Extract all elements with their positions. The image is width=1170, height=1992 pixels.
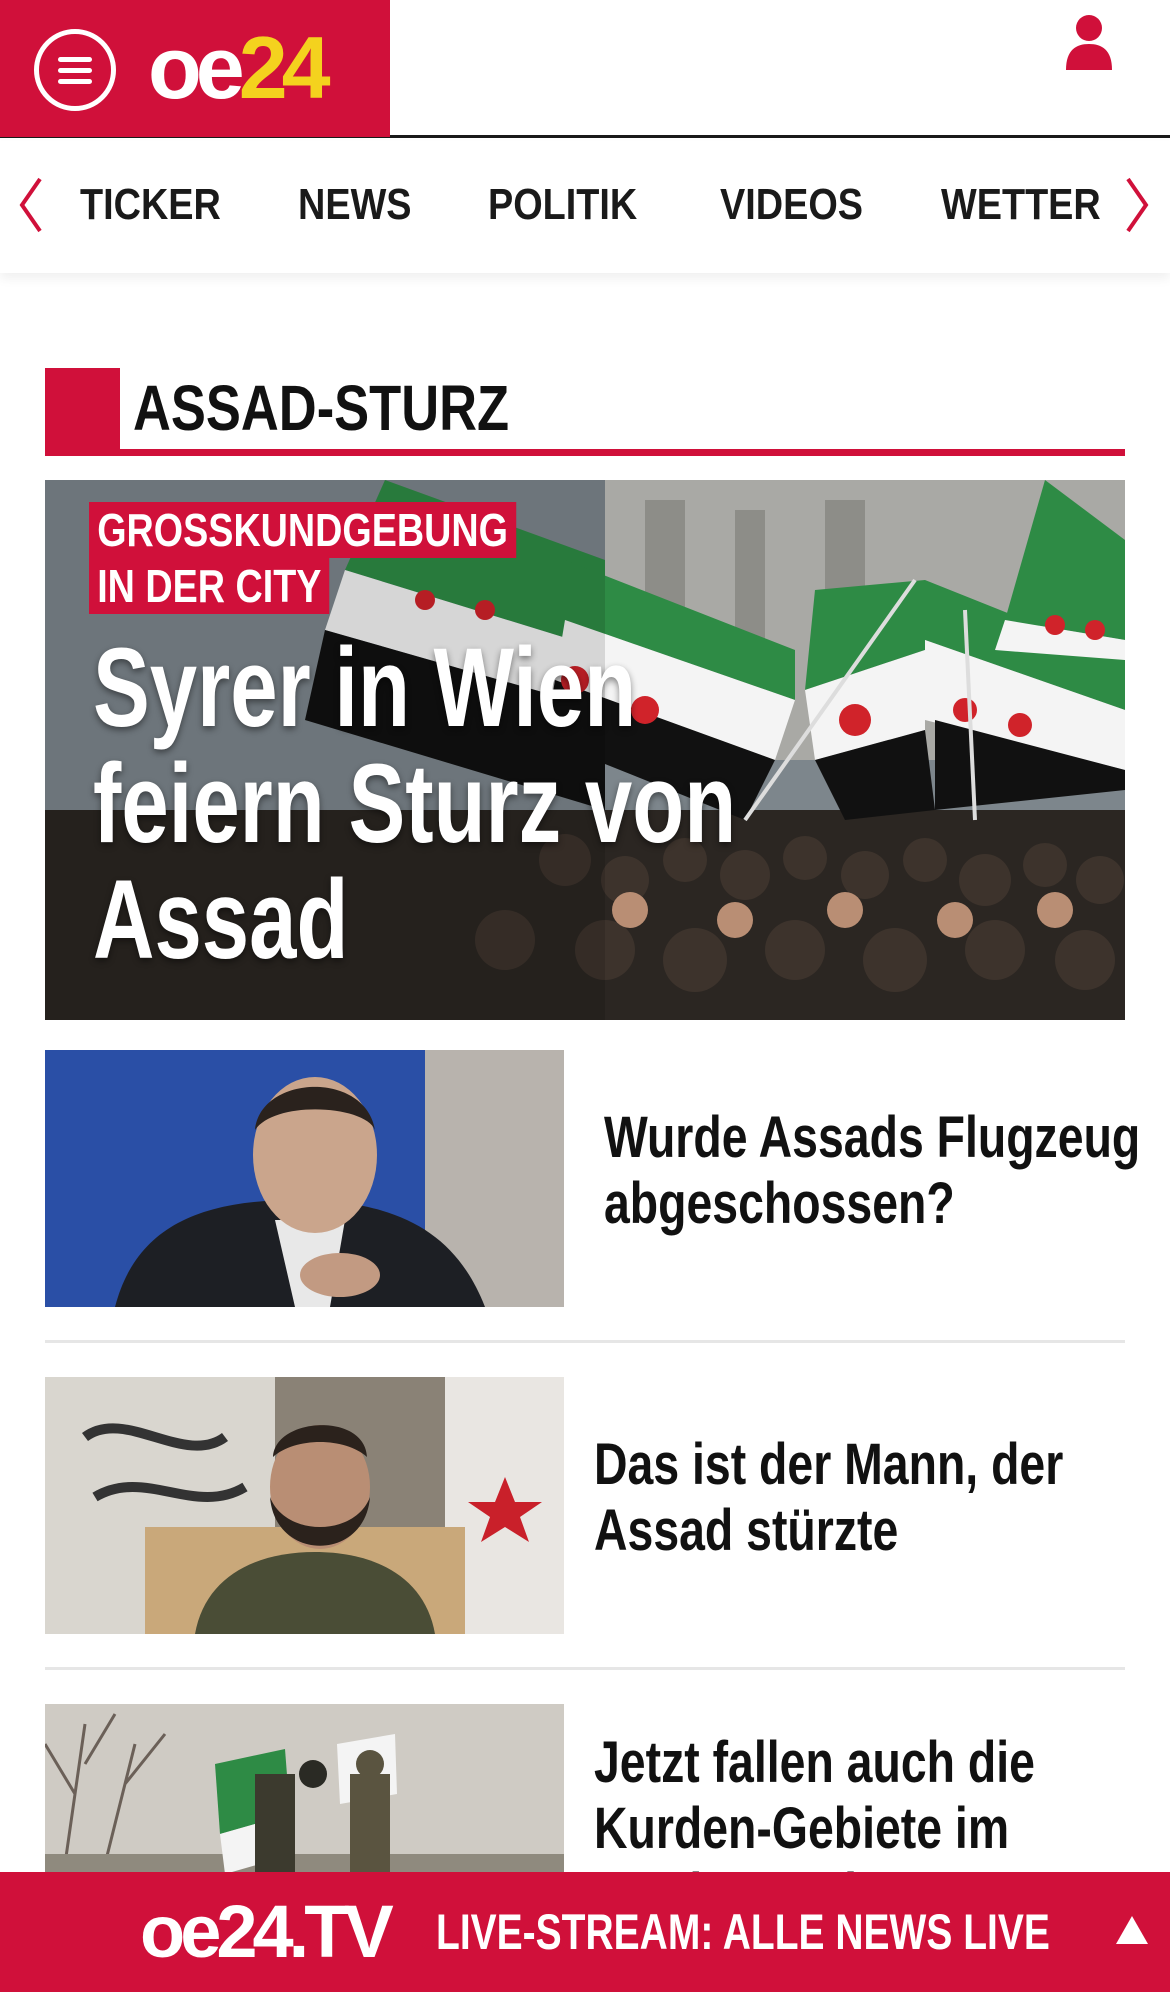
site-header: oe24 [0, 0, 1170, 138]
hero-kicker: GROSSKUNDGEBUNG IN DER CITY [89, 502, 610, 614]
list-item[interactable]: Das ist der Mann, der Assad stürzte [45, 1377, 1125, 1634]
chevron-right-icon[interactable] [1122, 175, 1152, 235]
section-title[interactable]: ASSAD-STURZ [133, 368, 509, 448]
hero-kicker-line-1: GROSSKUNDGEBUNG [89, 502, 517, 558]
live-tv-logo: oe24.TV [140, 1890, 394, 1973]
article-thumbnail[interactable] [45, 1704, 564, 1872]
nav-item-news[interactable]: NEWS [298, 179, 412, 231]
section-underline [45, 449, 1125, 456]
article-title[interactable]: Wurde Assads Flugzeug abgeschossen? [604, 1105, 1164, 1237]
divider [45, 1667, 1125, 1670]
list-item[interactable]: Jetzt fallen auch die Kurden-Gebiete im … [45, 1704, 1125, 1872]
list-item[interactable]: Wurde Assads Flugzeug abgeschossen? [45, 1050, 1140, 1307]
chevron-left-icon[interactable] [16, 175, 46, 235]
section-accent-block [45, 368, 120, 456]
section-header: ASSAD-STURZ [45, 368, 1125, 456]
hamburger-menu-icon[interactable] [34, 29, 116, 111]
article-title[interactable]: Das ist der Mann, der Assad stürzte [594, 1432, 1154, 1564]
divider [45, 1340, 1125, 1343]
nav-item-videos[interactable]: VIDEOS [720, 179, 863, 231]
logo-oe: oe [148, 18, 245, 117]
nav-item-wetter[interactable]: WETTER [941, 179, 1101, 231]
site-logo[interactable]: oe24 [148, 18, 331, 117]
article-title[interactable]: Jetzt fallen auch die Kurden-Gebiete im … [594, 1730, 1125, 1872]
article-thumbnail[interactable] [45, 1377, 564, 1634]
hero-headline[interactable]: Syrer in Wien feiern Sturz von Assad [93, 630, 777, 978]
hero-kicker-line-2: IN DER CITY [89, 558, 330, 614]
article-thumbnail[interactable] [45, 1050, 564, 1307]
nav-item-ticker[interactable]: TICKER [80, 179, 221, 231]
live-stream-bar[interactable]: oe24.TV LIVE-STREAM: ALLE NEWS LIVE [0, 1872, 1170, 1992]
user-icon[interactable] [1064, 14, 1114, 70]
category-nav: TICKER NEWS POLITIK VIDEOS WETTER [0, 141, 1170, 273]
logo-24: 24 [238, 18, 331, 117]
arrow-up-icon[interactable] [1114, 1914, 1150, 1946]
nav-item-politik[interactable]: POLITIK [488, 179, 637, 231]
live-stream-label[interactable]: LIVE-STREAM: ALLE NEWS LIVE [436, 1902, 1050, 1962]
brand-box: oe24 [0, 0, 390, 137]
hero-article[interactable]: GROSSKUNDGEBUNG IN DER CITY Syrer in Wie… [45, 480, 1125, 1020]
